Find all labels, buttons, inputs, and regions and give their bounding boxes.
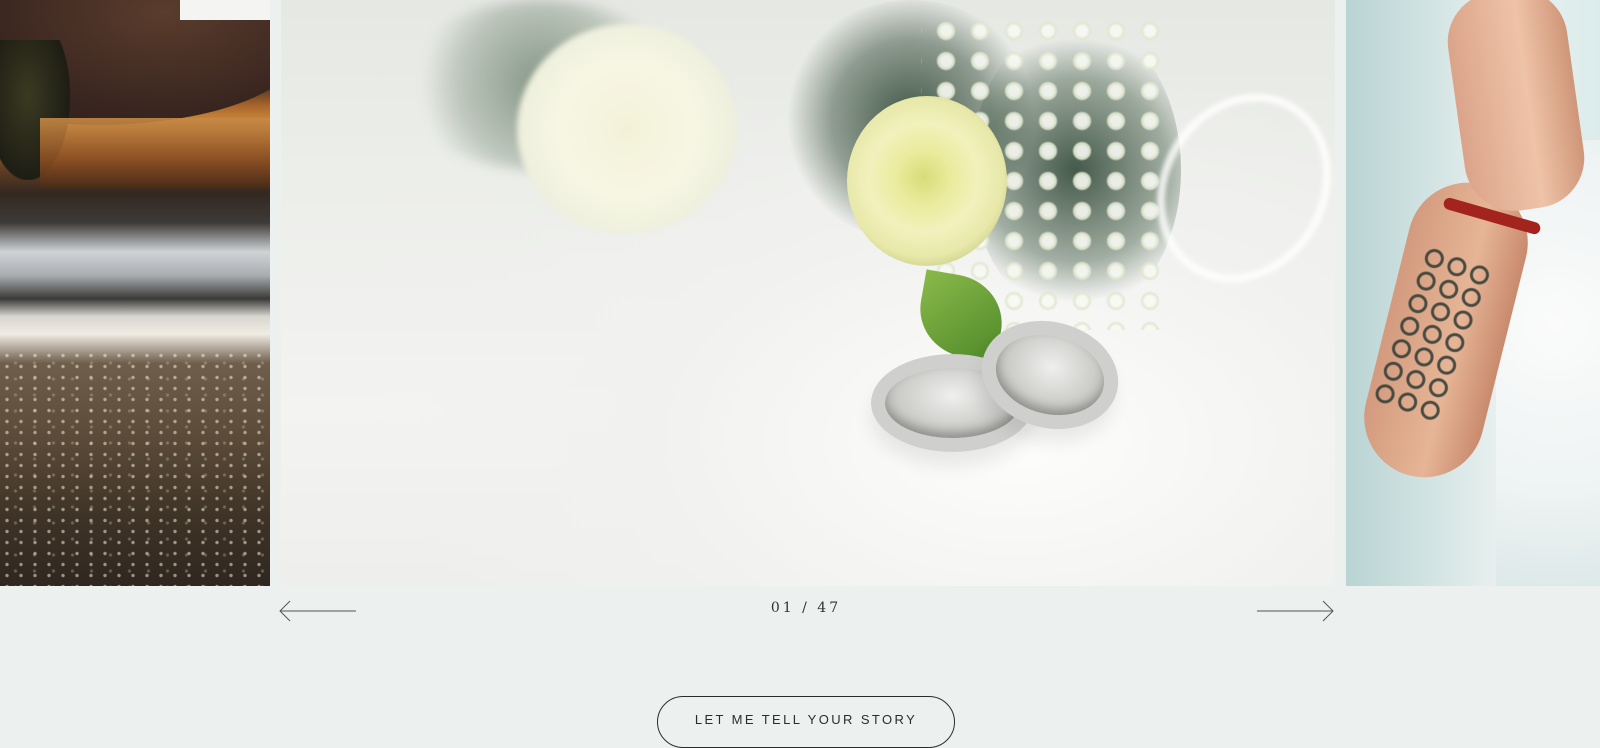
tell-your-story-button[interactable]: LET ME TELL YOUR STORY: [657, 696, 955, 748]
gallery-controls: 01 / 47: [0, 586, 1600, 646]
arrow-right-icon: [1257, 600, 1334, 622]
gallery-slide-previous[interactable]: [0, 0, 270, 586]
pebble-beach: [0, 350, 270, 586]
gallery-slide-current[interactable]: [281, 0, 1335, 586]
slide-counter: 01 / 47: [770, 600, 842, 616]
next-slide-button[interactable]: [1255, 599, 1335, 623]
sky-patch: [180, 0, 270, 20]
autumn-field: [40, 118, 270, 188]
background-white-rose: [517, 24, 737, 234]
gallery-slide-next[interactable]: [1346, 0, 1600, 586]
yellow-rose: [847, 96, 1007, 266]
